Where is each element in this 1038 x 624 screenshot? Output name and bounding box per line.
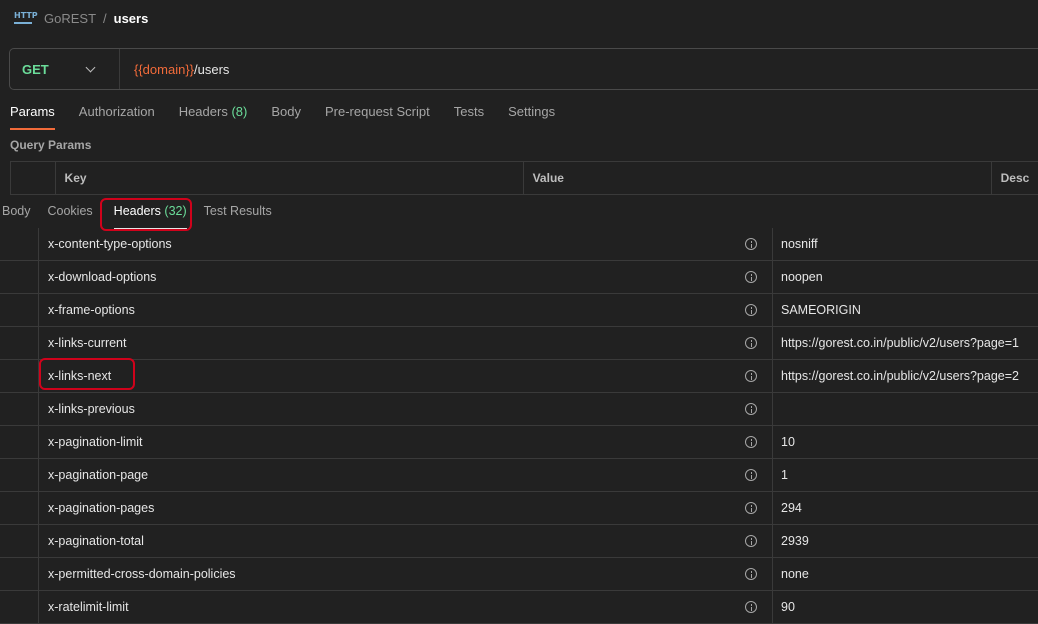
- header-key: x-download-options: [48, 270, 157, 284]
- header-key: x-pagination-total: [48, 534, 144, 548]
- tab-authorization[interactable]: Authorization: [79, 104, 155, 130]
- info-icon[interactable]: [745, 370, 757, 382]
- info-icon[interactable]: [745, 436, 757, 448]
- url-variable: {{domain}}: [134, 61, 195, 77]
- info-icon[interactable]: [745, 601, 757, 613]
- table-row: x-frame-options SAMEORIGIN: [0, 294, 1038, 327]
- header-value: 2939: [781, 534, 809, 548]
- url-input[interactable]: {{domain}}/users: [120, 62, 229, 77]
- header-value: none: [781, 567, 809, 581]
- header-value: noopen: [781, 270, 823, 284]
- request-name[interactable]: users: [114, 11, 149, 26]
- header-key: x-permitted-cross-domain-policies: [48, 567, 236, 581]
- breadcrumb: HTTP GoREST / users: [14, 8, 148, 28]
- header-value: 1: [781, 468, 788, 482]
- header-value: nosniff: [781, 237, 818, 251]
- highlight-x-links-next: [39, 358, 135, 390]
- header-value: https://gorest.co.in/public/v2/users?pag…: [781, 369, 1019, 383]
- column-description: Desc: [990, 162, 1038, 194]
- tab-headers-count: (8): [231, 104, 248, 119]
- method-label: GET: [22, 61, 49, 77]
- table-row: x-content-type-options nosniff: [0, 228, 1038, 261]
- table-row: x-links-current https://gorest.co.in/pub…: [0, 327, 1038, 360]
- header-key: x-pagination-limit: [48, 435, 143, 449]
- highlight-headers-tab: [100, 198, 192, 231]
- info-icon[interactable]: [745, 271, 757, 283]
- header-value: 10: [781, 435, 795, 449]
- info-icon[interactable]: [745, 238, 757, 250]
- tab-response-cookies[interactable]: Cookies: [48, 204, 93, 230]
- breadcrumb-separator: /: [103, 10, 107, 26]
- info-icon[interactable]: [745, 568, 757, 580]
- table-row: x-links-next https://gorest.co.in/public…: [0, 360, 1038, 393]
- header-key: x-pagination-pages: [48, 501, 155, 515]
- header-value: 90: [781, 600, 795, 614]
- url-bar: GET {{domain}}/users: [9, 48, 1038, 90]
- info-icon[interactable]: [745, 502, 757, 514]
- header-value: SAMEORIGIN: [781, 303, 861, 317]
- request-tabs: Params Authorization Headers (8) Body Pr…: [10, 104, 579, 130]
- chevron-down-icon: [85, 62, 96, 72]
- header-value: 294: [781, 501, 802, 515]
- header-value: https://gorest.co.in/public/v2/users?pag…: [781, 336, 1019, 350]
- info-icon[interactable]: [745, 337, 757, 349]
- response-headers-table: x-content-type-options nosniff x-downloa…: [0, 228, 1038, 624]
- column-value: Value: [522, 162, 991, 194]
- table-row: x-links-previous: [0, 393, 1038, 426]
- method-select[interactable]: GET: [10, 49, 120, 89]
- tab-test-results[interactable]: Test Results: [204, 204, 272, 230]
- tab-headers[interactable]: Headers (8): [179, 104, 248, 130]
- query-params-checkbox-column: [10, 162, 55, 194]
- column-key: Key: [54, 162, 523, 194]
- info-icon[interactable]: [745, 304, 757, 316]
- header-key: x-pagination-page: [48, 468, 149, 482]
- query-params-title: Query Params: [10, 138, 92, 152]
- info-icon[interactable]: [745, 469, 757, 481]
- header-key: x-links-current: [48, 336, 127, 350]
- table-row: x-ratelimit-limit 90: [0, 591, 1038, 624]
- table-row: x-pagination-page 1: [0, 459, 1038, 492]
- table-row: x-pagination-limit 10: [0, 426, 1038, 459]
- tab-response-body[interactable]: Body: [2, 204, 31, 230]
- info-icon[interactable]: [745, 403, 757, 415]
- url-path: /users: [194, 61, 230, 77]
- table-row: x-download-options noopen: [0, 261, 1038, 294]
- tab-params[interactable]: Params: [10, 104, 55, 130]
- info-icon[interactable]: [745, 535, 757, 547]
- table-row: x-permitted-cross-domain-policies none: [0, 558, 1038, 591]
- breadcrumb-parent[interactable]: GoREST: [44, 11, 96, 26]
- header-key: x-frame-options: [48, 303, 135, 317]
- http-icon: HTTP: [14, 11, 38, 25]
- tab-pre-request-script[interactable]: Pre-request Script: [325, 104, 430, 130]
- tab-body[interactable]: Body: [271, 104, 301, 130]
- tab-tests[interactable]: Tests: [454, 104, 484, 130]
- tab-settings[interactable]: Settings: [508, 104, 555, 130]
- query-params-table: Key Value Desc: [10, 161, 1038, 195]
- header-key: x-ratelimit-limit: [48, 600, 129, 614]
- header-key: x-links-previous: [48, 402, 135, 416]
- header-key: x-content-type-options: [48, 237, 172, 251]
- table-row: x-pagination-pages 294: [0, 492, 1038, 525]
- table-row: x-pagination-total 2939: [0, 525, 1038, 558]
